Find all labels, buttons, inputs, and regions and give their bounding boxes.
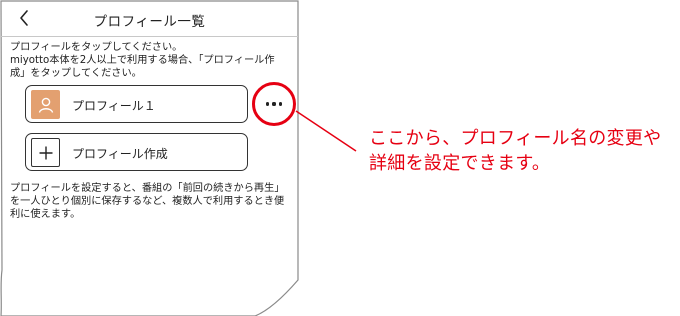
callout-annotation: ここから、プロフィール名の変更や 詳細を設定できます。 (369, 128, 662, 174)
